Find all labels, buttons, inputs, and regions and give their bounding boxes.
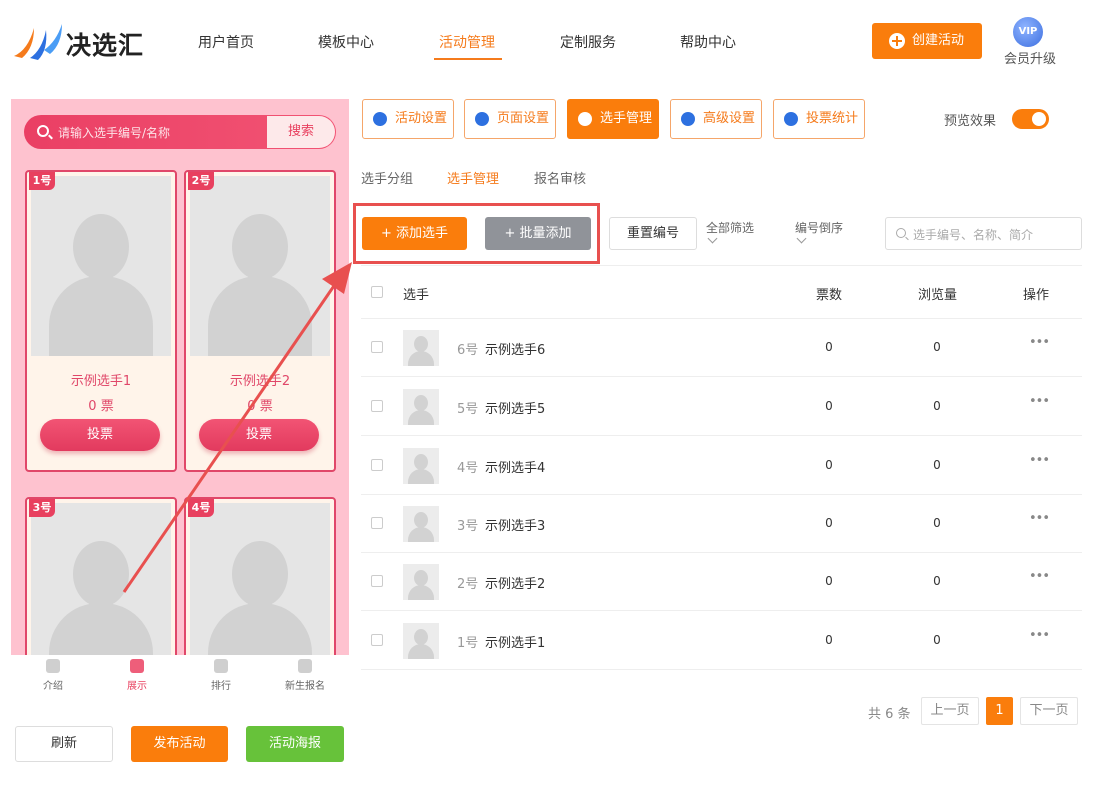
- annotation-arrow-icon: [122, 262, 352, 593]
